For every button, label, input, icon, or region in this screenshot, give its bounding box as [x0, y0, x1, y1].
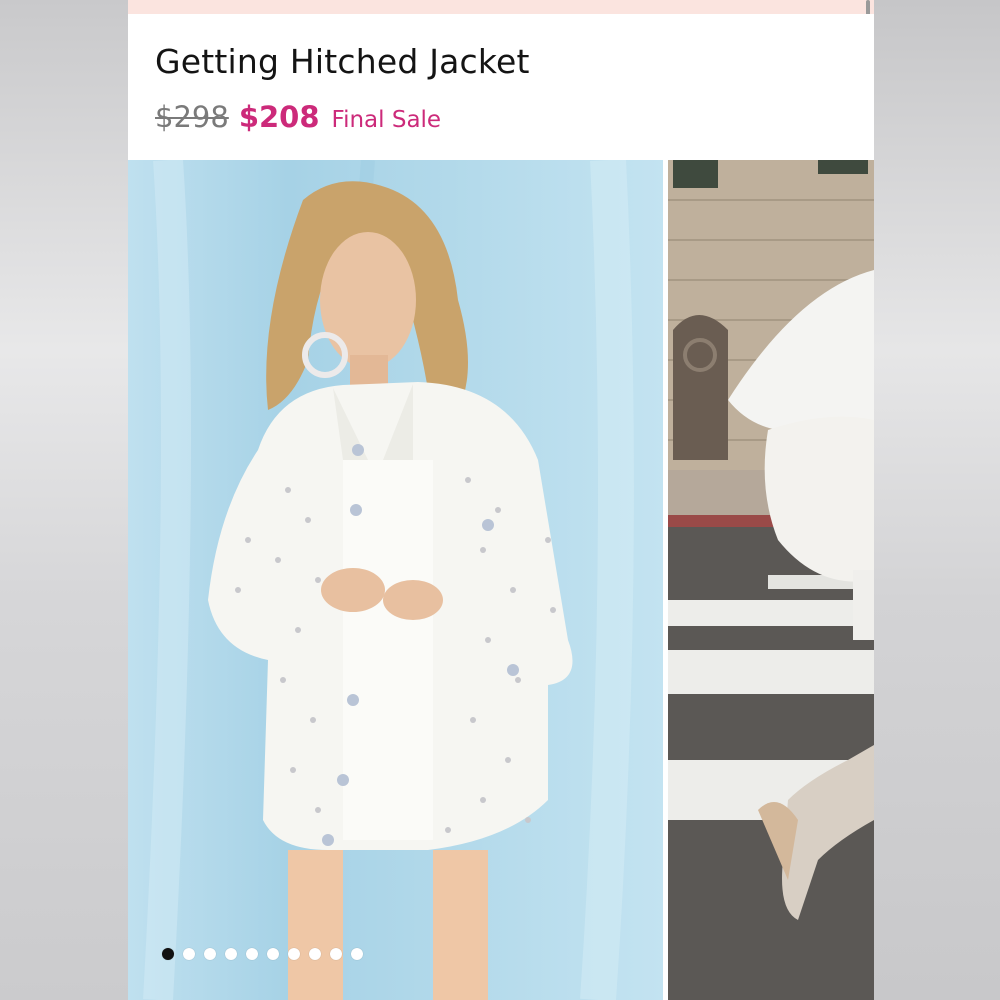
background-right	[874, 0, 1000, 1000]
carousel-dot[interactable]	[288, 948, 300, 960]
final-sale-label: Final Sale	[331, 107, 442, 133]
carousel-dot[interactable]	[162, 948, 174, 960]
carousel-dot[interactable]	[225, 948, 237, 960]
carousel-dot[interactable]	[246, 948, 258, 960]
carousel-dots	[162, 948, 363, 960]
model-crosswalk-illustration	[668, 160, 874, 1000]
carousel-dot[interactable]	[309, 948, 321, 960]
sale-price: $208	[238, 100, 320, 134]
carousel-dot[interactable]	[351, 948, 363, 960]
model-front-photo[interactable]	[128, 160, 663, 1000]
product-header: Getting Hitched Jacket $298 $208 Final S…	[128, 14, 874, 160]
carousel-dot[interactable]	[267, 948, 279, 960]
product-page: Getting Hitched Jacket $298 $208 Final S…	[128, 0, 874, 1000]
carousel-dot[interactable]	[330, 948, 342, 960]
background-left	[0, 0, 128, 1000]
original-price: $298	[155, 100, 229, 134]
price-row: $298 $208 Final Sale	[155, 100, 441, 134]
product-title: Getting Hitched Jacket	[155, 42, 530, 81]
carousel-dot[interactable]	[204, 948, 216, 960]
image-gallery[interactable]	[128, 160, 874, 1000]
carousel-dot[interactable]	[183, 948, 195, 960]
model-front-illustration	[143, 160, 634, 1000]
model-crosswalk-photo[interactable]	[668, 160, 874, 1000]
promo-banner-strip[interactable]	[128, 0, 874, 14]
